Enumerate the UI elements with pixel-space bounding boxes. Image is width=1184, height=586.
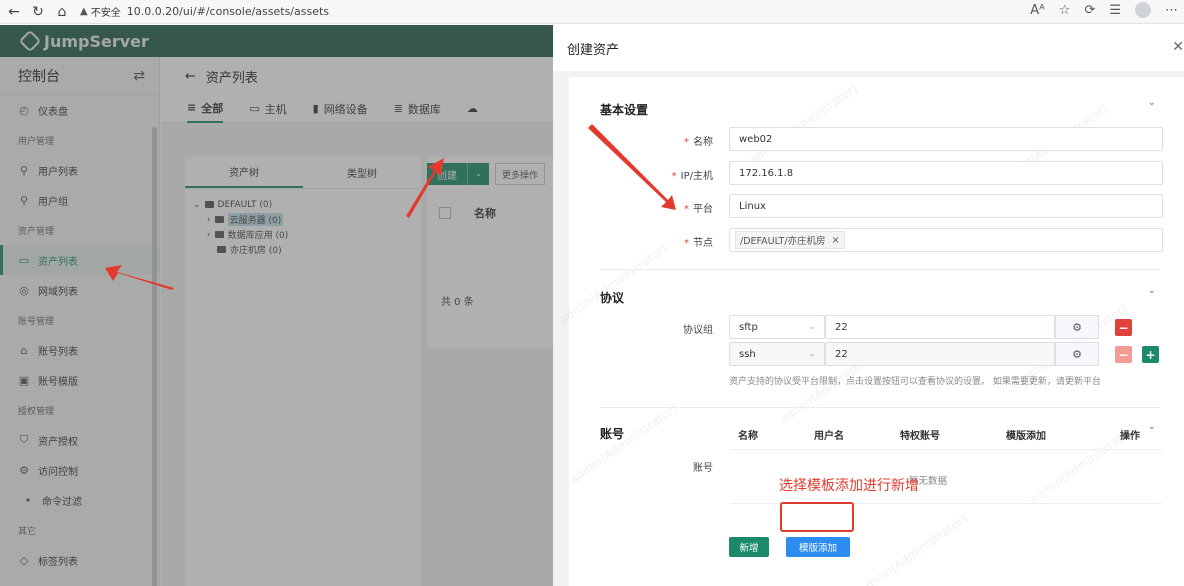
back-arrow-icon[interactable]: ← [4, 2, 24, 22]
profile-avatar[interactable] [1135, 2, 1151, 18]
chevron-down-icon[interactable]: ⌄ [1148, 285, 1156, 296]
field-label-name: * 名称 [684, 137, 713, 148]
chevron-down-icon: ⌄ [808, 322, 816, 332]
node-tag: /DEFAULT/亦庄机房 × [735, 231, 845, 249]
field-label-ip: * IP/主机 [671, 171, 713, 182]
template-add-button[interactable]: 模版添加 [786, 537, 850, 557]
browser-toolbar: ← ↻ ⌂ ▲ 不安全 10.0.0.20/ui/#/console/assets… [0, 0, 1184, 24]
port-input[interactable]: 22 [825, 315, 1055, 339]
column-header: 名称 [738, 431, 758, 442]
divider [600, 269, 1160, 270]
security-warning[interactable]: ▲ 不安全 [80, 4, 121, 19]
drawer-header: 创建资产 [553, 25, 1184, 71]
section-title-account: 账号 [600, 427, 625, 441]
field-label-platform: * 平台 [684, 204, 713, 215]
asset-form: admin(Administrator) admin(Administrator… [557, 77, 1184, 586]
protocol-hint: 资产支持的协议受平台限制，点击设置按钮可以查看协议的设置。 如果需要更新，请更新… [729, 377, 1101, 387]
watermark: admin(Administrator) [856, 511, 971, 586]
watermark: admin(Administrator) [556, 241, 671, 327]
extensions-icon[interactable]: ⟳ [1084, 3, 1095, 18]
chevron-down-icon: ⌄ [808, 349, 816, 359]
watermark: admin(Administrator) [746, 81, 861, 167]
home-icon[interactable]: ⌂ [52, 2, 72, 22]
column-header: 操作 [1120, 431, 1140, 442]
annotation-highlight-box [780, 502, 854, 532]
port-input[interactable]: 22 [825, 342, 1055, 366]
remove-protocol-button[interactable]: − [1115, 346, 1132, 363]
column-header: 特权账号 [900, 431, 940, 442]
account-label: 账号 [693, 463, 713, 474]
protocol-group-label: 协议组 [683, 325, 713, 336]
refresh-icon[interactable]: ↻ [28, 2, 48, 22]
protocol-select[interactable]: sftp ⌄ [729, 315, 825, 339]
section-title-protocol: 协议 [600, 291, 625, 305]
more-menu-icon[interactable]: ⋯ [1165, 3, 1178, 18]
jumpserver-app: JumpServer 控制台 ⇄ ◴ 仪表盘 用户管理 ⚲ 用户列表 ⚲ 用户组 资产管理 ▭ 资… [0, 25, 553, 586]
gear-icon[interactable]: ⚙ [1055, 342, 1099, 366]
modal-overlay[interactable] [0, 25, 553, 586]
address-bar[interactable]: ▲ 不安全 10.0.0.20/ui/#/console/assets/asset… [80, 3, 329, 21]
divider [600, 407, 1160, 408]
section-title-basic: 基本设置 [600, 103, 649, 117]
drawer-title: 创建资产 [567, 42, 620, 58]
node-select[interactable]: /DEFAULT/亦庄机房 × [729, 228, 1163, 252]
add-account-button[interactable]: 新增 [729, 537, 769, 557]
url-text: 10.0.0.20/ui/#/console/assets/assets [126, 5, 330, 18]
warning-icon: ▲ [80, 6, 88, 17]
chevron-down-icon[interactable]: ⌄ [1148, 97, 1156, 108]
remove-protocol-button[interactable]: − [1115, 319, 1132, 336]
tag-close-icon[interactable]: × [832, 235, 840, 246]
field-label-node: * 节点 [684, 238, 713, 249]
favorites-list-icon[interactable]: ☰ [1109, 3, 1121, 18]
read-aloud-icon[interactable]: Aᴬ [1030, 3, 1045, 18]
ip-input[interactable]: 172.16.1.8 [729, 161, 1163, 185]
column-header: 用户名 [814, 431, 844, 442]
create-asset-drawer: 创建资产 ✕ admin(Administrator) admin(Admini… [553, 25, 1184, 586]
favorite-star-icon[interactable]: ☆ [1059, 3, 1071, 18]
column-header: 模版添加 [1006, 431, 1046, 442]
protocol-select[interactable]: ssh ⌄ [729, 342, 825, 366]
platform-select[interactable]: Linux [729, 194, 1163, 218]
annotation-text: 选择模板添加进行新增 [779, 478, 919, 494]
add-protocol-button[interactable]: + [1142, 346, 1159, 363]
close-icon[interactable]: ✕ [1172, 39, 1184, 55]
gear-icon[interactable]: ⚙ [1055, 315, 1099, 339]
account-table-header: 名称 用户名 特权账号 模版添加 操作 [730, 420, 1162, 450]
name-input[interactable]: web02 [729, 127, 1163, 151]
